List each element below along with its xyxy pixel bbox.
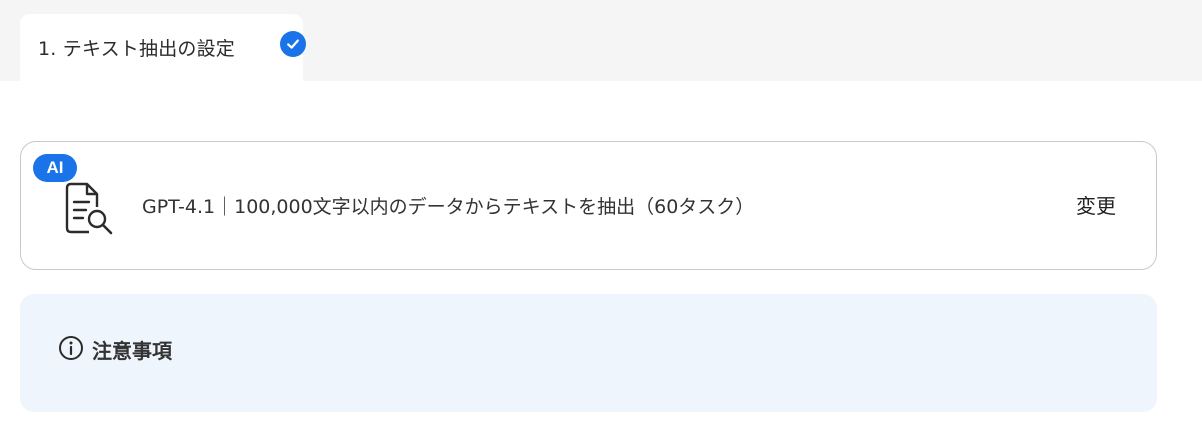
ai-badge: AI: [33, 154, 77, 182]
ai-action-card: AI GPT-4.1｜100,000文字以内のデータからテキストを抽出（60タス…: [20, 141, 1157, 270]
check-circle-icon: [280, 31, 306, 57]
tab-bar: 1. テキスト抽出の設定: [0, 0, 1202, 81]
notice-title: 注意事項: [92, 339, 172, 363]
tab-label: 1. テキスト抽出の設定: [38, 38, 235, 60]
change-button[interactable]: 変更: [1072, 188, 1120, 221]
tab-text-extraction-settings[interactable]: 1. テキスト抽出の設定: [20, 14, 306, 81]
model-description: GPT-4.1｜100,000文字以内のデータからテキストを抽出（60タスク）: [142, 196, 755, 218]
document-search-icon: [65, 182, 113, 235]
info-icon: [59, 336, 83, 360]
notice-panel[interactable]: 注意事項: [20, 294, 1157, 412]
